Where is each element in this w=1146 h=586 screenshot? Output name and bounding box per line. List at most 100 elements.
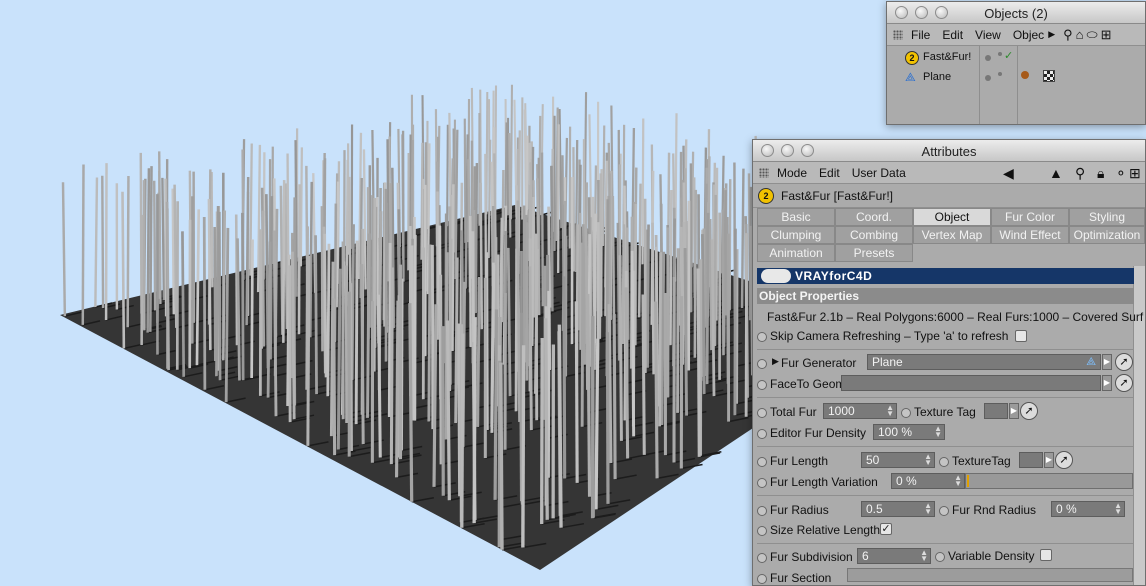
tab-combing[interactable]: Combing [835, 226, 913, 244]
search-icon[interactable]: ⚲ [1075, 165, 1085, 181]
fur-subdivision-input[interactable]: 6 ▲ ▼ [857, 548, 931, 564]
fur-length-variation-slider[interactable] [965, 473, 1133, 489]
animate-radio[interactable] [939, 506, 949, 516]
tab-vertex-map[interactable]: Vertex Map [913, 226, 991, 244]
animate-radio[interactable] [757, 359, 767, 369]
settings-icon[interactable]: ⚬ [1115, 165, 1127, 181]
pick-object-button[interactable]: ➚ [1115, 374, 1133, 392]
animate-radio[interactable] [935, 552, 945, 562]
menu-mode[interactable]: Mode [777, 166, 807, 180]
search-icon[interactable]: ⚲ [1063, 27, 1073, 43]
render-dot-icon[interactable] [998, 52, 1002, 56]
render-dot-icon[interactable] [998, 72, 1002, 76]
animate-radio[interactable] [757, 478, 767, 488]
divider [757, 446, 1134, 447]
link-menu-arrow[interactable]: ▶ [1102, 354, 1112, 370]
tab-coord[interactable]: Coord. [835, 208, 913, 226]
pick-object-button[interactable]: ➚ [1115, 353, 1133, 371]
tab-wind-effect[interactable]: Wind Effect [991, 226, 1069, 244]
fur-rnd-radius-input[interactable]: 0 % ▲ ▼ [1051, 501, 1125, 517]
animate-radio[interactable] [757, 506, 767, 516]
expand-arrow-icon[interactable]: ▶ [772, 356, 779, 367]
stepper-icon[interactable]: ▲ ▼ [924, 453, 932, 467]
tab-basic[interactable]: Basic [757, 208, 835, 226]
animate-radio[interactable] [901, 408, 911, 418]
skip-camera-checkbox[interactable] [1015, 330, 1027, 342]
fur-strand [546, 290, 551, 478]
texture-tag-slot[interactable] [984, 403, 1008, 419]
home-icon[interactable]: ⌂ [1076, 27, 1084, 42]
pick-object-button[interactable]: ➚ [1055, 451, 1073, 469]
add-icon[interactable]: ⊞ [1129, 165, 1141, 181]
slider-handle[interactable] [967, 475, 969, 487]
fur-generator-link-field[interactable]: Plane ⟁ [867, 354, 1101, 370]
menu-user-data[interactable]: User Data [852, 166, 906, 180]
material-tag-icon[interactable] [1021, 71, 1029, 79]
animate-radio[interactable] [757, 332, 767, 342]
add-icon[interactable]: ⊞ [1101, 27, 1112, 43]
variable-density-checkbox[interactable] [1040, 549, 1052, 561]
link-menu-arrow[interactable]: ▶ [1009, 403, 1019, 419]
visibility-dot-icon[interactable] [985, 75, 991, 81]
attributes-window[interactable]: Attributes Mode Edit User Data ◀ ▲ ⚲ 🔒︎ … [752, 139, 1146, 586]
texture-tag-icon[interactable] [1043, 70, 1055, 82]
up-arrow-icon[interactable]: ▲ [1049, 165, 1063, 181]
tab-object[interactable]: Object [913, 208, 991, 226]
tab-clumping[interactable]: Clumping [757, 226, 835, 244]
link-menu-arrow[interactable]: ▶ [1102, 375, 1112, 391]
fur-radius-input[interactable]: 0.5 ▲ ▼ [861, 501, 935, 517]
tab-optimization[interactable]: Optimization [1069, 226, 1145, 244]
stepper-icon[interactable]: ▲ ▼ [920, 549, 928, 563]
objects-titlebar[interactable]: Objects (2) [887, 2, 1145, 24]
animate-radio[interactable] [939, 457, 949, 467]
animate-radio[interactable] [757, 553, 767, 563]
lock-icon[interactable]: 🔒︎ [1097, 165, 1104, 181]
animate-radio[interactable] [757, 574, 767, 584]
animate-radio[interactable] [757, 429, 767, 439]
stepper-icon[interactable]: ▲ ▼ [1114, 502, 1122, 516]
size-relative-length-checkbox[interactable]: ✓ [880, 523, 892, 535]
animate-radio[interactable] [757, 526, 767, 536]
tab-styling[interactable]: Styling [1069, 208, 1145, 226]
fur-strand [641, 294, 646, 455]
fur-section-spline-editor[interactable] [847, 568, 1133, 582]
divider [757, 543, 1134, 544]
grip-icon[interactable] [893, 29, 903, 40]
editor-fur-density-input[interactable]: 100 % ▲ ▼ [873, 424, 945, 440]
total-fur-input[interactable]: 1000 ▲ ▼ [823, 403, 897, 419]
pick-object-button[interactable]: ➚ [1020, 402, 1038, 420]
link-icon[interactable]: ⬭ [1087, 27, 1098, 43]
attributes-titlebar[interactable]: Attributes [753, 140, 1145, 162]
objects-window[interactable]: Objects (2) File Edit View Objec ▶ ⚲ ⌂ ⬭… [886, 1, 1146, 125]
animate-radio[interactable] [757, 408, 767, 418]
menu-file[interactable]: File [911, 28, 930, 42]
menu-view[interactable]: View [975, 28, 1001, 42]
tab-animation[interactable]: Animation [757, 244, 835, 262]
link-menu-arrow[interactable]: ▶ [1044, 452, 1054, 468]
stepper-icon[interactable]: ▲ ▼ [924, 502, 932, 516]
texture-tag-slot[interactable] [1019, 452, 1043, 468]
fur-length-input[interactable]: 50 ▲ ▼ [861, 452, 935, 468]
menu-objects[interactable]: Objec [1013, 28, 1044, 42]
grip-icon[interactable] [759, 167, 769, 178]
back-arrow-icon[interactable]: ◀ [1003, 165, 1014, 181]
stepper-icon[interactable]: ▲ ▼ [934, 425, 942, 439]
animate-radio[interactable] [757, 380, 767, 390]
fur-strand [669, 190, 673, 346]
object-row-plane[interactable]: ⟁ Plane [887, 68, 1145, 88]
tab-fur-color[interactable]: Fur Color [991, 208, 1069, 226]
fur-strand [306, 255, 311, 446]
tab-presets[interactable]: Presets [835, 244, 913, 262]
faceto-geometry-link-field[interactable] [841, 375, 1101, 391]
menu-edit[interactable]: Edit [819, 166, 840, 180]
animate-radio[interactable] [757, 457, 767, 467]
menu-more-arrow-icon[interactable]: ▶ [1048, 29, 1055, 40]
stepper-icon[interactable]: ▲ ▼ [886, 404, 894, 418]
fur-strand [660, 251, 666, 426]
menu-edit[interactable]: Edit [942, 28, 963, 42]
visibility-dot-icon[interactable] [985, 55, 991, 61]
object-row-fastfur[interactable]: 2 Fast&Fur! ✓ [887, 48, 1145, 68]
fur-length-variation-input[interactable]: 0 % ▲ ▼ [891, 473, 965, 489]
stepper-icon[interactable]: ▲ ▼ [954, 474, 962, 488]
enabled-check-icon[interactable]: ✓ [1004, 49, 1013, 62]
